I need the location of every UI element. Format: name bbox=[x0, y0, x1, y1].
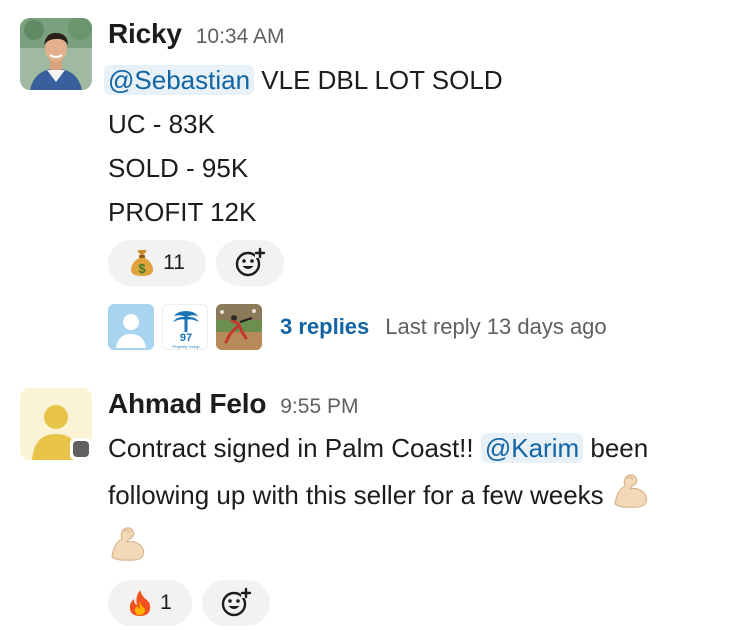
message-line: UC - 83K bbox=[108, 109, 215, 139]
add-reaction-button[interactable] bbox=[202, 580, 270, 626]
message-line bbox=[108, 523, 744, 576]
add-reaction-button[interactable] bbox=[216, 240, 284, 286]
reaction-fire[interactable]: 1 bbox=[108, 580, 192, 626]
reactions-bar: $ 11 bbox=[108, 240, 744, 286]
flexed-biceps-icon bbox=[611, 470, 651, 523]
author-name[interactable]: Ricky bbox=[108, 18, 182, 50]
avatar-ricky[interactable] bbox=[20, 18, 92, 90]
reaction-money-bag[interactable]: $ 11 bbox=[108, 240, 206, 286]
fire-icon bbox=[129, 590, 151, 616]
svg-text:$: $ bbox=[138, 261, 146, 276]
thread-avatar-photo bbox=[216, 304, 262, 350]
message-line: Contract signed in Palm Coast!! @Karim b… bbox=[108, 426, 744, 470]
mention-karim[interactable]: @Karim bbox=[480, 433, 584, 463]
mention-sebastian[interactable]: @Sebastian bbox=[104, 65, 255, 95]
message-header: Ricky 10:34 AM bbox=[108, 18, 744, 52]
message-line: following up with this seller for a few … bbox=[108, 470, 744, 523]
reaction-count: 1 bbox=[160, 591, 172, 614]
thread-avatar-property-group: 97 Property Group bbox=[162, 304, 208, 350]
thread-replies-link[interactable]: 3 replies bbox=[280, 314, 369, 340]
add-reaction-icon bbox=[221, 587, 252, 617]
message-text: following up with this seller for a few … bbox=[108, 480, 611, 510]
message-line: PROFIT 12K bbox=[108, 197, 257, 227]
author-name[interactable]: Ahmad Felo bbox=[108, 388, 266, 420]
message-line: SOLD - 95K bbox=[108, 153, 249, 183]
flexed-biceps-icon bbox=[108, 523, 148, 576]
add-reaction-icon bbox=[235, 247, 266, 277]
money-bag-icon: $ bbox=[131, 250, 154, 276]
thread-summary[interactable]: 97 Property Group 3 replies Last reply 1… bbox=[108, 302, 744, 352]
property-group-logo-subtext: Property Group bbox=[172, 344, 200, 349]
reactions-bar: 1 bbox=[108, 580, 744, 626]
message-line: @Sebastian VLE DBL LOT SOLD bbox=[104, 58, 744, 102]
reaction-count: 11 bbox=[163, 251, 185, 274]
property-group-logo-number: 97 bbox=[180, 332, 192, 344]
thread-avatar-default bbox=[108, 304, 154, 350]
timestamp[interactable]: 9:55 PM bbox=[280, 395, 358, 419]
message-text: VLE DBL LOT SOLD bbox=[254, 65, 503, 95]
avatar-ahmad-felo[interactable] bbox=[20, 388, 92, 460]
message-header: Ahmad Felo 9:55 PM bbox=[108, 388, 744, 422]
message-text: Contract signed in Palm Coast!! bbox=[108, 433, 481, 463]
message-text: been bbox=[583, 433, 649, 463]
timestamp[interactable]: 10:34 AM bbox=[196, 25, 285, 49]
thread-last-reply: Last reply 13 days ago bbox=[385, 314, 607, 339]
